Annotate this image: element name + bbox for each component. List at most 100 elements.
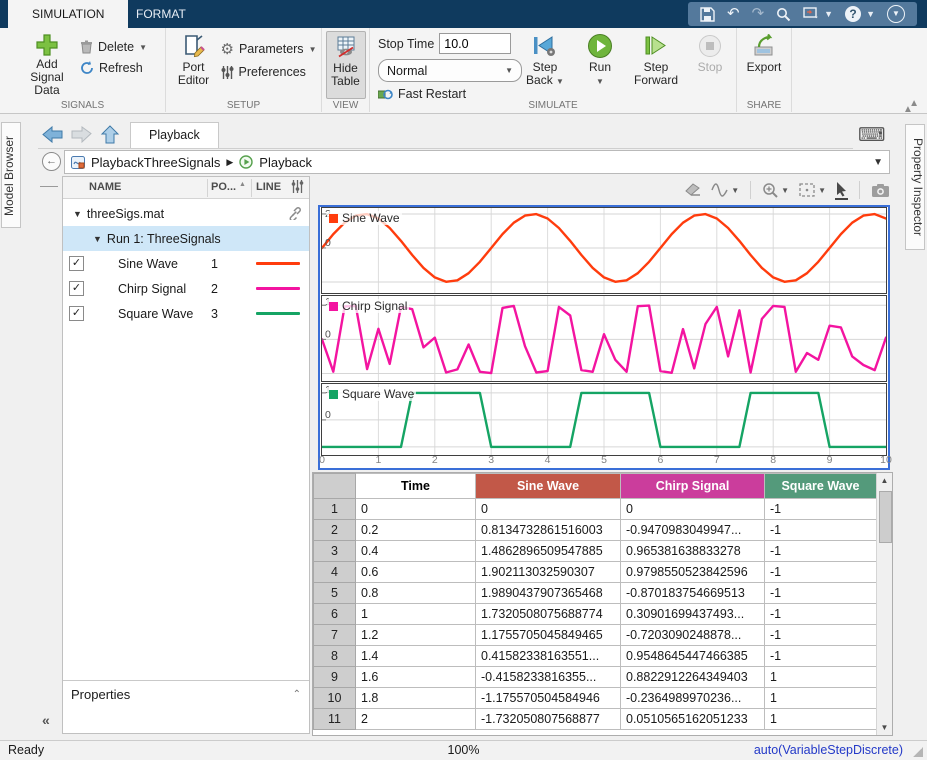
table-cell[interactable]: 1.1755705045849465 xyxy=(476,625,621,646)
delete-button[interactable]: Delete▼ xyxy=(80,40,147,54)
breadcrumb-node[interactable]: Playback xyxy=(259,155,312,170)
tab-simulation[interactable]: SIMULATION xyxy=(8,0,128,28)
step-back-button[interactable]: Step Back ▼ xyxy=(518,31,572,97)
redo-icon[interactable]: ↷ xyxy=(752,2,765,26)
scrollbar-thumb[interactable] xyxy=(879,491,892,543)
table-cell[interactable]: 0 xyxy=(356,499,476,520)
step-back-caret-icon[interactable]: ▼ xyxy=(556,77,564,86)
column-name[interactable]: NAME xyxy=(89,181,121,193)
collapse-panel-left-icon[interactable]: « xyxy=(42,712,50,728)
table-cell[interactable]: 1.2 xyxy=(356,625,476,646)
signal-line-swatch[interactable] xyxy=(256,262,300,265)
stop-time-input[interactable] xyxy=(439,33,511,54)
table-cell[interactable]: -0.7203090248878... xyxy=(621,625,765,646)
table-cell[interactable]: 0.0510565162051233 xyxy=(621,709,765,730)
document-tab-playback[interactable]: Playback xyxy=(130,122,219,148)
property-inspector-tab[interactable]: Property Inspector xyxy=(905,124,925,250)
table-cell[interactable]: -1.175570504584946 xyxy=(476,688,621,709)
signal-line-swatch[interactable] xyxy=(256,287,300,290)
table-header-square-wave[interactable]: Square Wave xyxy=(765,474,877,499)
desktop-layout-icon[interactable] xyxy=(803,7,819,21)
expand-caret-icon[interactable]: ▼ xyxy=(93,234,102,244)
table-cell[interactable]: 0.8 xyxy=(356,583,476,604)
table-row[interactable]: 71.21.1755705045849465-0.7203090248878..… xyxy=(314,625,877,646)
signal-checkbox[interactable]: ✓ xyxy=(69,306,84,321)
table-header-time[interactable]: Time xyxy=(356,474,476,499)
table-cell[interactable]: -1.732050807568877 xyxy=(476,709,621,730)
scroll-up-icon[interactable]: ▲ xyxy=(877,476,892,485)
add-signal-data-button[interactable]: Add Signal Data xyxy=(18,31,76,97)
table-cell[interactable]: -1 xyxy=(765,583,877,604)
preferences-button[interactable]: Preferences xyxy=(221,65,317,79)
breadcrumb-model[interactable]: PlaybackThreeSignals xyxy=(91,155,220,170)
table-cell[interactable]: -0.4158233816355... xyxy=(476,667,621,688)
table-cell[interactable]: 0.6 xyxy=(356,562,476,583)
table-cell[interactable]: 1.7320508075688774 xyxy=(476,604,621,625)
table-cell[interactable]: 1.8 xyxy=(356,688,476,709)
row-number-cell[interactable]: 2 xyxy=(314,520,356,541)
model-browser-tab[interactable]: Model Browser xyxy=(1,122,21,228)
signal-checkbox[interactable]: ✓ xyxy=(69,256,84,271)
table-cell[interactable]: 1.4862896509547885 xyxy=(476,541,621,562)
solver-info[interactable]: auto(VariableStepDiscrete) xyxy=(754,743,903,757)
list-item-signal[interactable]: ✓Chirp Signal2 xyxy=(63,276,309,301)
step-forward-button[interactable]: Step Forward xyxy=(628,31,684,97)
table-cell[interactable]: -1 xyxy=(765,562,877,583)
table-scrollbar[interactable]: ▲ ▼ xyxy=(876,473,892,735)
subplot-sine-wave[interactable]: 20Sine Wave xyxy=(321,207,887,294)
table-cell[interactable]: -1 xyxy=(765,520,877,541)
table-row[interactable]: 1000-1 xyxy=(314,499,877,520)
table-row[interactable]: 112-1.7320508075688770.05105651620512331 xyxy=(314,709,877,730)
list-item-signal[interactable]: ✓Square Wave3 xyxy=(63,301,309,326)
search-icon[interactable] xyxy=(776,7,791,22)
row-number-cell[interactable]: 3 xyxy=(314,541,356,562)
snapshot-camera-icon[interactable] xyxy=(871,183,890,198)
plot-area[interactable]: 20Sine Wave10Chirp Signal10Square Wave 0… xyxy=(318,205,890,470)
table-cell[interactable]: -0.9470983049947... xyxy=(621,520,765,541)
table-cell[interactable]: 0 xyxy=(476,499,621,520)
signal-trace-icon[interactable]: ▼ xyxy=(711,182,739,198)
signal-checkbox[interactable]: ✓ xyxy=(69,281,84,296)
zoom-in-icon[interactable]: ▼ xyxy=(762,182,789,199)
run-caret-icon[interactable]: ▼ xyxy=(596,77,604,86)
parameters-button[interactable]: ⚙ Parameters▼ xyxy=(221,40,317,58)
row-number-cell[interactable]: 5 xyxy=(314,583,356,604)
collapse-browser-icon[interactable]: ← xyxy=(42,152,61,171)
signal-data-table[interactable]: TimeSine WaveChirp SignalSquare Wave1000… xyxy=(312,472,893,736)
table-cell[interactable]: 0.8822912264349403 xyxy=(621,667,765,688)
table-cell[interactable]: 1 xyxy=(356,604,476,625)
keyboard-icon[interactable]: ⌨ xyxy=(858,124,885,147)
row-number-cell[interactable]: 8 xyxy=(314,646,356,667)
list-item-run[interactable]: ▼ Run 1: ThreeSignals xyxy=(63,226,309,251)
column-line[interactable]: LINE xyxy=(256,181,281,193)
up-button[interactable] xyxy=(100,125,122,144)
table-cell[interactable]: -1 xyxy=(765,625,877,646)
table-cell[interactable]: 0.2 xyxy=(356,520,476,541)
eraser-icon[interactable] xyxy=(685,183,702,197)
back-button[interactable] xyxy=(42,125,64,144)
fit-caret-icon[interactable]: ▼ xyxy=(818,186,826,195)
help-icon[interactable]: ? xyxy=(845,6,861,22)
table-cell[interactable]: -1 xyxy=(765,541,877,562)
column-port[interactable]: PO... xyxy=(211,181,236,193)
table-cell[interactable]: 0 xyxy=(621,499,765,520)
table-row[interactable]: 20.20.8134732861516003-0.9470983049947..… xyxy=(314,520,877,541)
list-item-signal[interactable]: ✓Sine Wave1 xyxy=(63,251,309,276)
fit-to-view-icon[interactable]: ▼ xyxy=(798,182,826,198)
run-button[interactable]: Run▼ xyxy=(576,31,624,97)
table-cell[interactable]: 0.8134732861516003 xyxy=(476,520,621,541)
signal-line-swatch[interactable] xyxy=(256,312,300,315)
row-number-cell[interactable]: 11 xyxy=(314,709,356,730)
hide-table-button[interactable]: Hide Table xyxy=(326,31,366,99)
table-row[interactable]: 50.81.9890437907365468-0.870183754669513… xyxy=(314,583,877,604)
row-number-cell[interactable]: 7 xyxy=(314,625,356,646)
row-number-cell[interactable]: 1 xyxy=(314,499,356,520)
row-number-cell[interactable]: 9 xyxy=(314,667,356,688)
link-icon[interactable] xyxy=(288,207,301,220)
refresh-button[interactable]: Refresh xyxy=(80,61,147,75)
table-header-chirp-signal[interactable]: Chirp Signal xyxy=(621,474,765,499)
table-cell[interactable]: 1 xyxy=(765,667,877,688)
table-cell[interactable]: -1 xyxy=(765,604,877,625)
table-row[interactable]: 81.40.41582338163551...0.954864544746638… xyxy=(314,646,877,667)
fast-restart-button[interactable]: Fast Restart xyxy=(378,87,514,101)
